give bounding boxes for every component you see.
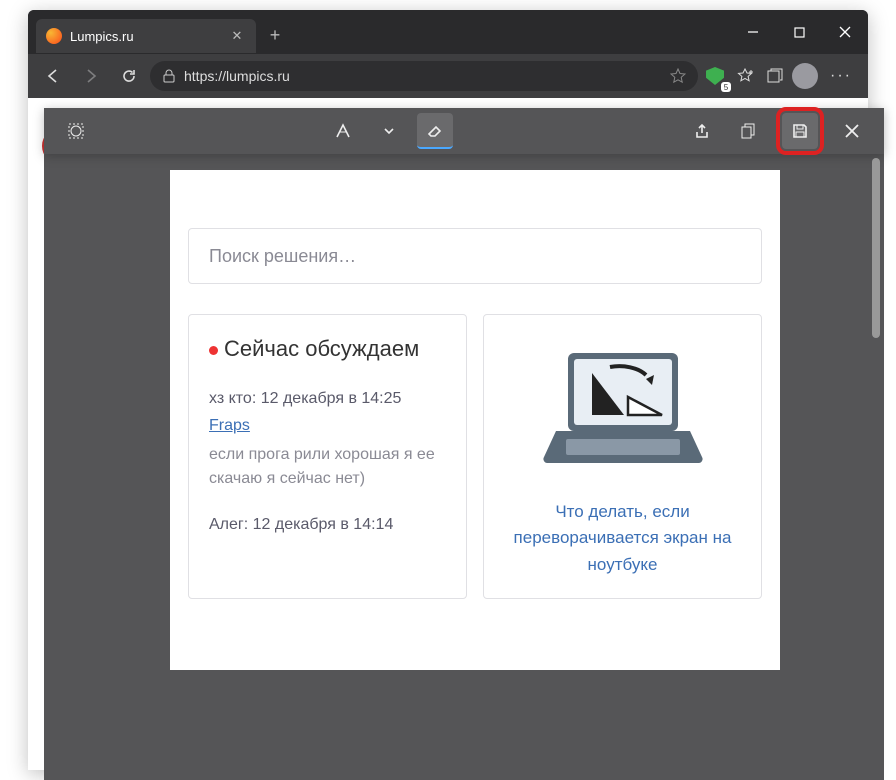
eraser-icon — [425, 120, 445, 140]
highlighter-button[interactable] — [325, 113, 361, 149]
lock-icon — [162, 69, 176, 83]
close-icon — [839, 26, 851, 38]
minimize-icon — [747, 26, 759, 38]
tab-close-button[interactable]: ✕ — [228, 27, 246, 45]
titlebar: Lumpics.ru ✕ + — [28, 10, 868, 54]
close-window-button[interactable] — [822, 15, 868, 49]
tab-title: Lumpics.ru — [70, 29, 134, 44]
eraser-button[interactable] — [417, 113, 453, 149]
favicon-icon — [46, 28, 62, 44]
search-placeholder: Поиск решения… — [209, 246, 356, 267]
profile-avatar[interactable] — [792, 63, 818, 89]
star-plus-icon — [736, 67, 754, 85]
comment-meta: хз кто: 12 декабря в 14:25 — [209, 387, 446, 411]
captured-content: Поиск решения… Сейчас обсуждаем хз кто: … — [170, 170, 780, 670]
comment-link[interactable]: Fraps — [209, 417, 250, 434]
save-highlight — [776, 107, 824, 155]
favorite-button[interactable] — [670, 68, 686, 84]
comment-meta: Алег: 12 декабря в 14:14 — [209, 513, 446, 537]
collections-button[interactable] — [762, 63, 788, 89]
comment-body: если прога рили хорошая я ее скачаю я се… — [209, 443, 446, 491]
discuss-card: Сейчас обсуждаем хз кто: 12 декабря в 14… — [188, 314, 467, 599]
close-screenshot-button[interactable] — [834, 113, 870, 149]
maximize-button[interactable] — [776, 15, 822, 49]
url-text: https://lumpics.ru — [184, 68, 290, 84]
back-button[interactable] — [36, 59, 70, 93]
overlay-scrollbar[interactable] — [872, 158, 880, 338]
tracking-shield[interactable]: 5 — [702, 63, 728, 89]
article-card[interactable]: Что делать, если переворачивается экран … — [483, 314, 762, 599]
close-icon — [844, 123, 860, 139]
minimize-button[interactable] — [730, 15, 776, 49]
capture-icon — [66, 121, 86, 141]
live-dot-icon — [209, 346, 218, 355]
collections-icon — [766, 67, 784, 85]
forward-button[interactable] — [74, 59, 108, 93]
save-button[interactable] — [782, 113, 818, 149]
refresh-icon — [120, 67, 138, 85]
menu-button[interactable]: ··· — [822, 67, 860, 85]
arrow-right-icon — [82, 67, 100, 85]
url-box[interactable]: https://lumpics.ru — [150, 61, 698, 91]
highlighter-icon — [334, 122, 352, 140]
laptop-rotate-icon — [538, 345, 708, 475]
chevron-down-icon — [383, 125, 395, 137]
window-controls — [730, 15, 868, 49]
copy-icon — [739, 122, 757, 140]
address-bar: https://lumpics.ru 5 ··· — [28, 54, 868, 98]
favorites-button[interactable] — [732, 63, 758, 89]
save-icon — [791, 122, 809, 140]
new-tab-button[interactable]: + — [260, 20, 290, 50]
share-button[interactable] — [684, 113, 720, 149]
title-text: Сейчас обсуждаем — [224, 336, 419, 361]
discuss-title: Сейчас обсуждаем — [209, 335, 446, 363]
refresh-button[interactable] — [112, 59, 146, 93]
maximize-icon — [794, 27, 805, 38]
browser-tab[interactable]: Lumpics.ru ✕ — [36, 19, 256, 53]
star-icon — [670, 68, 686, 84]
copy-button[interactable] — [730, 113, 766, 149]
screenshot-toolbar — [44, 108, 884, 154]
article-link[interactable]: Что делать, если переворачивается экран … — [504, 499, 741, 578]
search-input[interactable]: Поиск решения… — [188, 228, 762, 284]
share-icon — [693, 122, 711, 140]
arrow-left-icon — [44, 67, 62, 85]
shield-badge: 5 — [721, 82, 731, 92]
capture-area-button[interactable] — [58, 113, 94, 149]
highlighter-dropdown[interactable] — [371, 113, 407, 149]
